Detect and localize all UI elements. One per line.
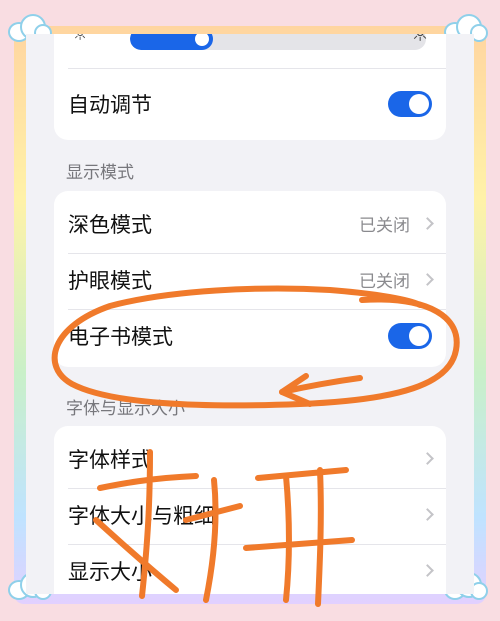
chevron-right-icon [421,508,434,521]
chevron-right-icon [421,564,434,577]
brightness-card: ☼ ☼ 自动调节 [54,34,446,140]
auto-adjust-label: 自动调节 [68,93,152,117]
ebook-mode-toggle[interactable] [388,322,432,349]
display-mode-card: 深色模式 已关闭 护眼模式 已关闭 电子书模式 [54,191,446,367]
dark-mode-status: 已关闭 [359,216,410,236]
eye-care-mode-status: 已关闭 [359,272,410,292]
font-size-weight-row[interactable]: 字体大小与粗细 [54,486,446,543]
font-size-weight-label: 字体大小与粗细 [68,503,215,528]
settings-screen: ☼ ☼ 自动调节 显示模式 深色模式 已关闭 护眼模式 已关闭 电子书模式 字体… [26,34,474,594]
sun-large-icon: ☼ [410,34,430,47]
eye-care-mode-label: 护眼模式 [68,268,152,293]
sun-small-icon: ☼ [72,34,89,45]
font-style-label: 字体样式 [68,447,152,472]
font-style-row[interactable]: 字体样式 [54,430,446,487]
ebook-mode-label: 电子书模式 [68,324,173,349]
chevron-right-icon [421,217,434,230]
font-card: 字体样式 字体大小与粗细 显示大小 [54,426,446,594]
dark-mode-row[interactable]: 深色模式 已关闭 [54,195,446,252]
auto-adjust-toggle[interactable] [388,91,432,117]
section-title-font-display-size: 字体与显示大小 [66,399,185,419]
brightness-slider[interactable] [130,34,426,50]
display-size-label: 显示大小 [68,559,152,584]
chevron-right-icon [421,273,434,286]
chevron-right-icon [421,452,434,465]
eye-care-mode-row[interactable]: 护眼模式 已关闭 [54,251,446,308]
display-size-row[interactable]: 显示大小 [54,542,446,594]
section-title-display-mode: 显示模式 [66,163,134,183]
divider [68,68,446,69]
dark-mode-label: 深色模式 [68,212,152,237]
ebook-mode-row[interactable]: 电子书模式 [54,307,446,364]
auto-adjust-row[interactable]: 自动调节 [54,70,446,138]
